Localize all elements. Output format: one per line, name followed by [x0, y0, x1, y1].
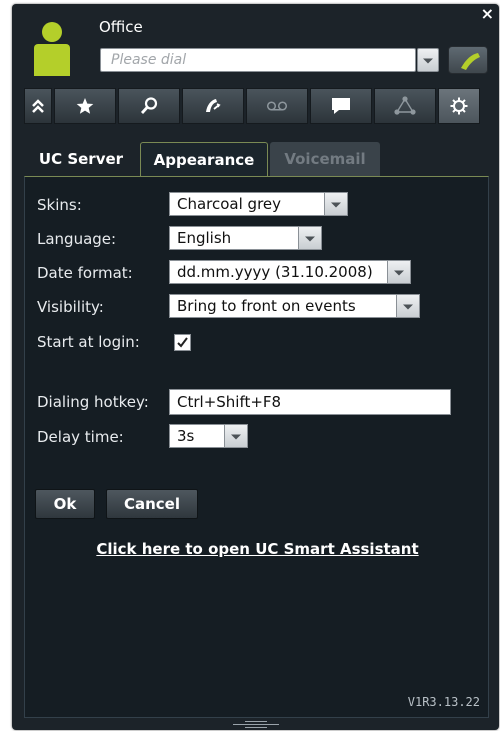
dial-input[interactable]: [100, 48, 416, 72]
tab-uc-server[interactable]: UC Server: [24, 142, 138, 176]
window-title: Office: [99, 18, 143, 36]
collapse-icon: [32, 99, 44, 113]
resize-grip[interactable]: [233, 718, 279, 730]
close-icon[interactable]: ×: [481, 6, 494, 22]
language-value: English: [177, 229, 232, 247]
delay-time-dropdown-button[interactable]: [224, 424, 248, 448]
dial-dropdown-button[interactable]: [417, 48, 439, 72]
visibility-label: Visibility:: [37, 298, 104, 316]
chevron-down-icon: [305, 236, 315, 242]
visibility-value: Bring to front on events: [177, 297, 356, 315]
start-at-login-label: Start at login:: [37, 333, 140, 351]
appearance-settings-panel: Skins: Charcoal grey Language: English D…: [24, 176, 489, 718]
search-icon: [140, 97, 158, 114]
collapse-button[interactable]: [24, 88, 52, 124]
search-button[interactable]: [118, 88, 180, 124]
dialing-hotkey-input[interactable]: [169, 389, 451, 415]
delay-time-value: 3s: [177, 427, 195, 445]
conference-icon: [394, 96, 416, 115]
skins-select[interactable]: Charcoal grey: [169, 192, 348, 216]
date-format-value: dd.mm.yyyy (31.10.2008): [177, 263, 373, 281]
chat-icon: [332, 98, 350, 114]
chevron-down-icon: [231, 434, 241, 440]
date-format-select[interactable]: dd.mm.yyyy (31.10.2008): [169, 260, 411, 284]
ok-button[interactable]: Ok: [35, 489, 95, 519]
chevron-down-icon: [423, 58, 433, 64]
date-format-dropdown-button[interactable]: [387, 260, 411, 284]
toolbar: [24, 88, 492, 124]
voicemail-icon: [266, 101, 288, 111]
chevron-down-icon: [403, 304, 413, 310]
skins-dropdown-button[interactable]: [324, 192, 348, 216]
tab-appearance[interactable]: Appearance: [140, 142, 268, 176]
uc-client-window: × Office Please dial UC Server Appearanc…: [12, 4, 499, 730]
language-select[interactable]: English: [169, 226, 322, 250]
settings-button[interactable]: [438, 88, 480, 124]
visibility-select[interactable]: Bring to front on events: [169, 294, 420, 318]
date-format-label: Date format:: [37, 264, 133, 282]
skins-value: Charcoal grey: [177, 195, 282, 213]
tab-voicemail[interactable]: Voicemail: [270, 142, 380, 176]
delay-time-label: Delay time:: [37, 428, 124, 446]
dialing-hotkey-label: Dialing hotkey:: [37, 393, 149, 411]
version-label: V1R3.13.22: [407, 695, 480, 709]
settings-gear-icon: [450, 97, 468, 115]
favorites-star-icon: [76, 98, 94, 114]
conference-button[interactable]: [374, 88, 436, 124]
language-dropdown-button[interactable]: [298, 226, 322, 250]
cancel-button[interactable]: Cancel: [106, 489, 198, 519]
chat-button[interactable]: [310, 88, 372, 124]
checkmark-icon: [177, 337, 188, 348]
call-forward-icon: [206, 99, 221, 112]
call-button[interactable]: [448, 46, 488, 74]
call-forward-button[interactable]: [182, 88, 244, 124]
user-avatar-icon: [34, 22, 70, 76]
phone-handset-icon: [461, 53, 480, 70]
chevron-down-icon: [331, 202, 341, 208]
delay-time-select[interactable]: 3s: [169, 424, 248, 448]
language-label: Language:: [37, 230, 117, 248]
open-smart-assistant-link[interactable]: Click here to open UC Smart Assistant: [25, 540, 490, 558]
skins-label: Skins:: [37, 196, 82, 214]
start-at-login-checkbox[interactable]: [174, 334, 191, 351]
favorites-button[interactable]: [54, 88, 116, 124]
chevron-down-icon: [394, 270, 404, 276]
visibility-dropdown-button[interactable]: [396, 294, 420, 318]
voicemail-button[interactable]: [246, 88, 308, 124]
